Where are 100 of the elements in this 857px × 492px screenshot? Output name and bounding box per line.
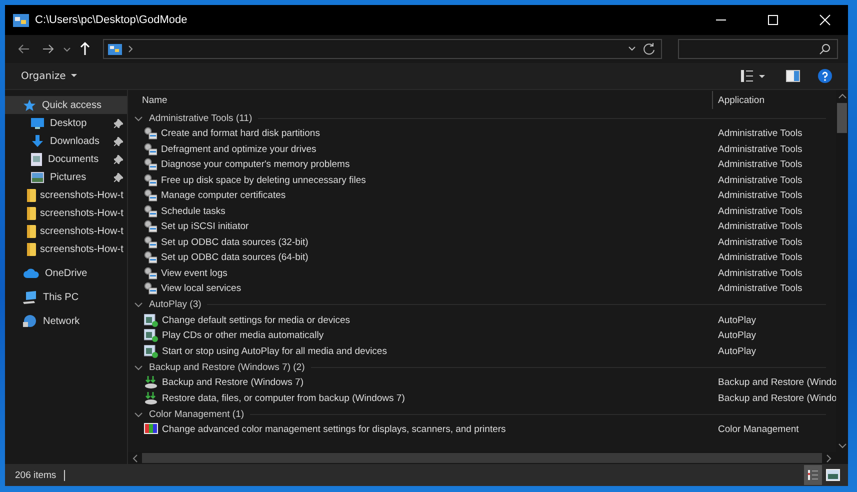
collapse-chevron-icon xyxy=(134,301,143,308)
sidebar-item[interactable]: screenshots-How-t xyxy=(5,204,127,222)
application-cell-text: Administrative Tools xyxy=(717,174,804,186)
organize-menu-button[interactable]: Organize xyxy=(17,68,82,84)
group-header[interactable]: AutoPlay (3) xyxy=(128,296,836,312)
application-cell-text: Administrative Tools xyxy=(717,190,804,202)
name-cell[interactable]: Create and format hard disk partitions xyxy=(128,127,712,140)
name-cell[interactable]: Diagnose your computer's memory problems xyxy=(128,158,712,172)
application-cell-text: Administrative Tools xyxy=(717,268,804,279)
backup-drive-icon xyxy=(144,392,158,405)
item-count: 206 items xyxy=(15,470,56,480)
document-icon xyxy=(31,152,42,166)
tools-gears-icon xyxy=(144,174,157,187)
details-view-button[interactable] xyxy=(804,465,822,485)
name-cell[interactable]: Schedule tasks xyxy=(128,204,712,218)
view-options-icon[interactable] xyxy=(740,69,768,83)
scroll-thumb[interactable] xyxy=(142,453,822,463)
tools-gears-icon xyxy=(144,189,157,202)
collapse-chevron-icon xyxy=(134,410,143,418)
application-cell-text: Administrative Tools xyxy=(717,206,804,217)
name-cell[interactable]: Set up ODBC data sources (64-bit) xyxy=(128,251,712,264)
application-cell-text: Color Management xyxy=(717,424,800,436)
application-cell-text: Administrative Tools xyxy=(717,128,804,140)
media-play-icon xyxy=(144,314,158,327)
scroll-thumb[interactable] xyxy=(837,103,847,133)
sidebar-item[interactable]: OneDrive xyxy=(5,264,127,282)
group-header[interactable]: Administrative Tools (11) xyxy=(128,110,836,126)
name-cell[interactable]: Restore data, files, or computer from backup (Windows 7) xyxy=(128,392,712,405)
collapse-chevron-icon xyxy=(134,114,143,122)
tools-gears-icon xyxy=(144,158,157,172)
sidebar-item[interactable]: This PC xyxy=(5,288,127,306)
scroll-right-icon[interactable] xyxy=(826,454,832,462)
folder-icon xyxy=(27,188,36,202)
pin-icon xyxy=(114,154,123,164)
folder-icon xyxy=(27,224,36,238)
preview-pane-icon[interactable] xyxy=(786,70,800,82)
name-cell[interactable]: Set up ODBC data sources (32-bit) xyxy=(128,236,712,249)
backup-drive-icon xyxy=(144,376,158,390)
network-globe-icon xyxy=(23,314,37,328)
sidebar-item[interactable]: Desktop xyxy=(5,114,127,132)
name-cell[interactable]: Manage computer certificates xyxy=(128,189,712,202)
scroll-left-icon[interactable] xyxy=(132,454,138,462)
name-cell[interactable]: Backup and Restore (Windows 7) xyxy=(128,376,712,390)
name-cell[interactable]: Defragment and optimize your drives xyxy=(128,142,712,156)
search-icon xyxy=(819,43,831,55)
application-cell-text: Administrative Tools xyxy=(717,236,804,248)
column-header[interactable]: Name xyxy=(128,94,712,106)
tools-gears-icon xyxy=(144,127,157,140)
color-monitor-icon xyxy=(144,423,158,436)
tools-gears-icon xyxy=(144,220,157,234)
name-cell[interactable]: Free up disk space by deleting unnecessary files xyxy=(128,174,712,187)
media-play-icon xyxy=(144,329,158,342)
sidebar-item[interactable]: screenshots-How-t xyxy=(5,186,127,204)
computer-icon xyxy=(23,290,37,304)
sidebar-item[interactable]: Network xyxy=(5,312,127,330)
folder-window-icon xyxy=(108,44,122,54)
name-cell[interactable]: Play CDs or other media automatically xyxy=(128,329,712,342)
group-header[interactable]: Backup and Restore (Windows 7) (2) xyxy=(128,359,836,375)
tools-gears-icon xyxy=(144,204,157,218)
picture-icon xyxy=(826,469,840,481)
name-cell[interactable]: View event logs xyxy=(128,266,712,280)
name-cell[interactable]: Start or stop using AutoPlay for all media and devices xyxy=(128,344,712,358)
search-field[interactable] xyxy=(678,39,838,59)
application-cell-text: Administrative Tools xyxy=(717,283,804,294)
folder-window-icon xyxy=(13,14,29,26)
tools-gears-icon xyxy=(144,142,157,156)
help-icon[interactable] xyxy=(818,69,832,83)
name-cell[interactable]: Change default settings for media or devices xyxy=(128,314,712,327)
group-title: Administrative Tools (11) xyxy=(149,112,252,124)
desktop-icon xyxy=(31,118,44,128)
star-icon xyxy=(23,98,36,112)
sidebar-item[interactable]: screenshots-How-t xyxy=(5,240,127,258)
details-list-icon xyxy=(807,469,819,481)
sidebar-item[interactable]: Quick access xyxy=(5,96,127,114)
name-cell[interactable]: Change advanced color management settings for displays, scanners, and printers xyxy=(128,423,712,436)
media-play-icon xyxy=(144,344,158,358)
name-cell[interactable]: View local services xyxy=(128,282,712,296)
sidebar-item[interactable]: Pictures xyxy=(5,168,127,186)
refresh-icon xyxy=(642,42,656,56)
sidebar-item[interactable]: screenshots-How-t xyxy=(5,222,127,240)
sidebar-item[interactable]: Documents xyxy=(5,150,127,168)
chevron-right-icon xyxy=(127,44,135,54)
application-cell-text: AutoPlay xyxy=(717,314,758,326)
cloud-icon xyxy=(23,268,39,278)
pin-icon xyxy=(114,136,123,146)
collapse-chevron-icon xyxy=(134,364,143,370)
group-header[interactable]: Color Management (1) xyxy=(128,406,836,422)
sidebar-item[interactable]: Downloads xyxy=(5,132,127,150)
caret-icon xyxy=(70,73,78,79)
application-cell-text: AutoPlay xyxy=(717,330,758,342)
scroll-up-icon[interactable] xyxy=(838,93,846,99)
pin-icon xyxy=(114,118,123,128)
tools-gears-icon xyxy=(144,251,157,264)
name-cell[interactable]: Set up iSCSI initiator xyxy=(128,220,712,234)
application-cell-text: Administrative Tools xyxy=(717,159,804,170)
group-title: Backup and Restore (Windows 7) (2) xyxy=(149,362,305,372)
tools-gears-icon xyxy=(144,236,157,249)
chevron-down-icon xyxy=(627,45,637,53)
application-cell-text: Administrative Tools xyxy=(717,221,804,232)
scroll-down-icon[interactable] xyxy=(838,443,846,449)
